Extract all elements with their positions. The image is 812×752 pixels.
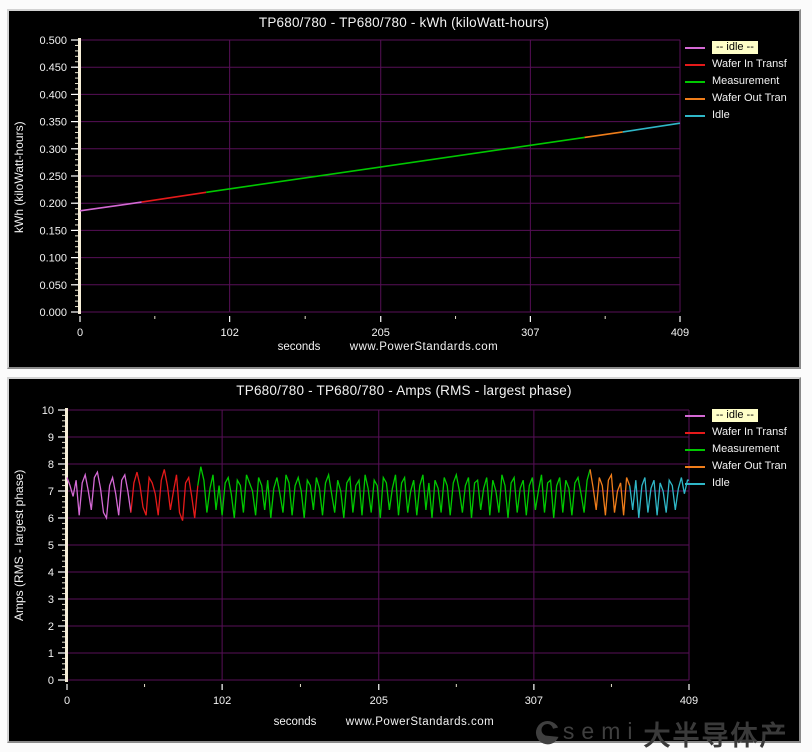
- y-tick-label: 0.500: [39, 35, 67, 47]
- y-tick-label: 0.000: [39, 307, 67, 319]
- legend-swatch: [685, 47, 705, 49]
- legend-item-measurement[interactable]: Measurement: [685, 443, 787, 456]
- legend-item-idle[interactable]: -- idle --: [685, 409, 787, 422]
- legend-label: -- idle --: [712, 41, 758, 54]
- x-tick-label: 0: [64, 695, 70, 707]
- legend-item-idle[interactable]: Idle: [685, 477, 787, 490]
- x-tick-label: 307: [525, 695, 543, 707]
- legend-swatch: [685, 483, 705, 485]
- series-segment-wafer-in-transf: [131, 469, 198, 520]
- y-tick-label: 9: [48, 432, 54, 444]
- legend-label: Measurement: [712, 443, 779, 456]
- semi-logo-icon: [534, 718, 559, 748]
- legend-label: Wafer Out Tran: [712, 460, 787, 473]
- y-tick-label: 0.200: [39, 198, 67, 210]
- legend-swatch: [685, 432, 705, 434]
- series-segment-wafer-out-tran: [585, 132, 623, 138]
- legend-label: -- idle --: [712, 409, 758, 422]
- y-tick-label: 0.400: [39, 89, 67, 101]
- amps-legend: -- idle -- Wafer In Transf Measurement Wafe…: [685, 409, 787, 490]
- x-tick-label: 102: [220, 327, 238, 339]
- legend-label: Wafer In Transf: [712, 58, 787, 71]
- legend-item-idle[interactable]: -- idle --: [685, 41, 787, 54]
- watermark-cjk-text: 大半导体产业网: [643, 714, 812, 752]
- amps-website-annotation: www.PowerStandards.com: [335, 716, 505, 728]
- y-tick-label: 5: [48, 540, 54, 552]
- y-tick-label: 0.050: [39, 280, 67, 292]
- legend-label: Wafer In Transf: [712, 426, 787, 439]
- series-segment-idle: [67, 472, 131, 518]
- series-segment-measurement: [198, 467, 590, 518]
- watermark-brand-text: semi: [563, 718, 640, 745]
- amps-plot-area: 0 1 2 3 4 5 6 7 8 9 10 0 102 205 307 409: [9, 379, 799, 737]
- series-segment-wafer-in-transf: [142, 192, 207, 202]
- legend-item-wafer-out-tran[interactable]: Wafer Out Tran: [685, 92, 787, 105]
- legend-item-wafer-in-transf[interactable]: Wafer In Transf: [685, 426, 787, 439]
- y-tick-label: 2: [48, 621, 54, 633]
- y-tick-label: 10: [42, 405, 54, 417]
- x-tick-label: 205: [370, 695, 388, 707]
- y-tick-label: 6: [48, 513, 54, 525]
- kwh-plot-area: 0.000 0.050 0.100 0.150 0.200 0.250 0.300 0.350…: [9, 11, 799, 363]
- y-tick-label: 0.300: [39, 144, 67, 156]
- kwh-website-annotation: www.PowerStandards.com: [339, 341, 509, 353]
- y-tick-label: 3: [48, 594, 54, 606]
- y-tick-label: 1: [48, 648, 54, 660]
- series-segment-idle: [623, 123, 680, 132]
- legend-label: Measurement: [712, 75, 779, 88]
- x-tick-label: 409: [680, 695, 698, 707]
- legend-swatch: [685, 415, 705, 417]
- amps-chart-panel: TP680/780 - TP680/780 - Amps (RMS - larg…: [7, 377, 801, 743]
- series-segment-wafer-out-tran: [590, 469, 630, 515]
- y-tick-label: 0.350: [39, 117, 67, 129]
- legend-item-wafer-out-tran[interactable]: Wafer Out Tran: [685, 460, 787, 473]
- legend-swatch: [685, 98, 705, 100]
- legend-swatch: [685, 449, 705, 451]
- y-tick-label: 0: [48, 675, 54, 687]
- legend-label: Wafer Out Tran: [712, 92, 787, 105]
- x-tick-label: 409: [671, 327, 689, 339]
- legend-swatch: [685, 81, 705, 83]
- watermark: semi 大半导体产业网: [534, 714, 812, 752]
- y-tick-label: 0.100: [39, 253, 67, 265]
- series-segment-idle: [630, 478, 689, 519]
- series-segment-measurement: [206, 137, 584, 192]
- x-tick-label: 0: [77, 327, 83, 339]
- legend-swatch: [685, 466, 705, 468]
- x-tick-label: 307: [521, 327, 539, 339]
- page: TP680/780 - TP680/780 - kWh (kiloWatt-ho…: [0, 0, 812, 752]
- y-tick-label: 8: [48, 459, 54, 471]
- x-tick-label: 205: [372, 327, 390, 339]
- legend-swatch: [685, 115, 705, 117]
- y-tick-label: 0.250: [39, 171, 67, 183]
- y-tick-label: 0.150: [39, 225, 67, 237]
- x-tick-label: 102: [213, 695, 231, 707]
- legend-swatch: [685, 64, 705, 66]
- y-tick-label: 0.450: [39, 62, 67, 74]
- legend-item-measurement[interactable]: Measurement: [685, 75, 787, 88]
- legend-item-wafer-in-transf[interactable]: Wafer In Transf: [685, 58, 787, 71]
- y-tick-label: 4: [48, 567, 54, 579]
- legend-label: Idle: [712, 109, 730, 122]
- legend-label: Idle: [712, 477, 730, 490]
- kwh-chart-panel: TP680/780 - TP680/780 - kWh (kiloWatt-ho…: [7, 9, 801, 369]
- y-tick-label: 7: [48, 486, 54, 498]
- kwh-legend: -- idle -- Wafer In Transf Measurement Wafe…: [685, 41, 787, 122]
- legend-item-idle[interactable]: Idle: [685, 109, 787, 122]
